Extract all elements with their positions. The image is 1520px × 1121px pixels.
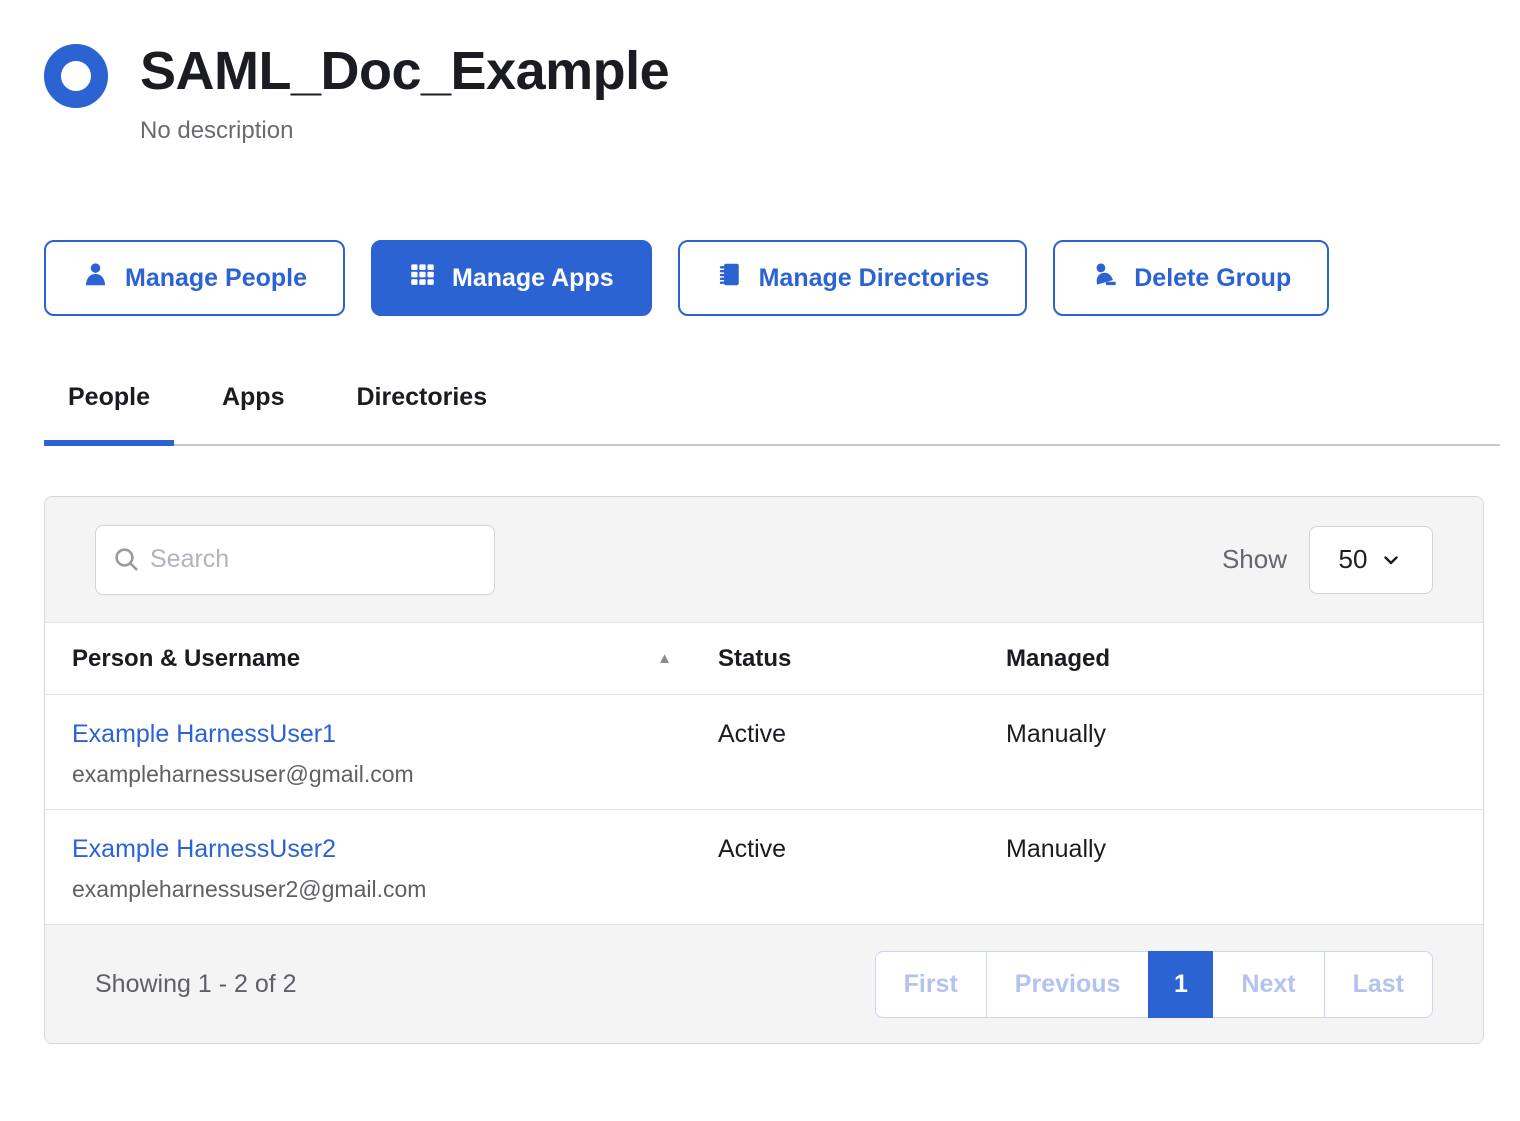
tab-people[interactable]: People [44, 382, 174, 444]
manage-apps-button[interactable]: Manage Apps [371, 240, 652, 316]
delete-group-button[interactable]: Delete Group [1053, 240, 1329, 316]
people-table-card: Show 50 Person & Username ▲ Status Manag… [44, 496, 1484, 1044]
column-managed[interactable]: Managed [1006, 645, 1483, 673]
pagination: First Previous 1 Next Last [875, 951, 1433, 1018]
group-detail-page: SAML_Doc_Example No description Manage P… [0, 0, 1520, 1044]
delete-group-label: Delete Group [1134, 264, 1291, 293]
group-tabs: People Apps Directories [44, 382, 1500, 446]
person-link[interactable]: Example HarnessUser1 [72, 720, 336, 749]
table-header-row: Person & Username ▲ Status Managed [45, 623, 1483, 695]
pagination-next-button[interactable]: Next [1212, 951, 1324, 1018]
tab-directories[interactable]: Directories [332, 382, 511, 444]
pagination-previous-button[interactable]: Previous [986, 951, 1150, 1018]
chevron-down-icon [1379, 548, 1403, 572]
results-summary: Showing 1 - 2 of 2 [95, 970, 297, 999]
directory-book-icon [716, 261, 743, 295]
page-size-control: Show 50 [1222, 526, 1433, 594]
group-description: No description [140, 116, 669, 146]
manage-people-label: Manage People [125, 264, 307, 293]
tab-directories-label: Directories [356, 383, 487, 411]
tab-apps[interactable]: Apps [198, 382, 309, 444]
person-icon [82, 261, 109, 295]
manage-directories-button[interactable]: Manage Directories [678, 240, 1028, 316]
status-cell: Active [718, 720, 1006, 749]
table-toolbar: Show 50 [45, 497, 1483, 623]
person-cell: Example HarnessUser2 exampleharnessuser2… [72, 835, 718, 903]
column-person-username[interactable]: Person & Username ▲ [72, 645, 718, 673]
managed-cell: Manually [1006, 720, 1483, 749]
page-size-value: 50 [1339, 544, 1368, 575]
search-icon [112, 545, 142, 575]
column-person-username-label: Person & Username [72, 645, 300, 673]
person-username: exampleharnessuser2@gmail.com [72, 876, 718, 903]
person-link[interactable]: Example HarnessUser2 [72, 835, 336, 864]
manage-apps-label: Manage Apps [452, 264, 614, 293]
sort-asc-triangle-icon: ▲ [657, 650, 672, 667]
status-cell: Active [718, 835, 1006, 864]
pagination-last-button[interactable]: Last [1324, 951, 1433, 1018]
group-ring-icon [44, 44, 108, 108]
person-cell: Example HarnessUser1 exampleharnessuser@… [72, 720, 718, 788]
table-row: Example HarnessUser2 exampleharnessuser2… [45, 810, 1483, 925]
show-label: Show [1222, 544, 1287, 575]
search-box[interactable] [95, 525, 495, 595]
managed-cell: Manually [1006, 835, 1483, 864]
page-title: SAML_Doc_Example [140, 40, 669, 102]
header-text: SAML_Doc_Example No description [140, 40, 669, 146]
pagination-page-1-button[interactable]: 1 [1148, 951, 1213, 1018]
group-action-buttons: Manage People Manage Apps Manage Directo… [44, 240, 1484, 316]
table-row: Example HarnessUser1 exampleharnessuser@… [45, 695, 1483, 810]
column-status[interactable]: Status [718, 645, 1006, 673]
page-header: SAML_Doc_Example No description [44, 40, 1484, 146]
manage-people-button[interactable]: Manage People [44, 240, 345, 316]
grid-icon [409, 261, 436, 295]
search-input[interactable] [150, 545, 480, 574]
tab-people-label: People [68, 383, 150, 411]
remove-user-icon [1091, 261, 1118, 295]
person-username: exampleharnessuser@gmail.com [72, 761, 718, 788]
pagination-first-button[interactable]: First [875, 951, 987, 1018]
manage-directories-label: Manage Directories [759, 264, 990, 293]
tab-apps-label: Apps [222, 383, 285, 411]
page-size-dropdown[interactable]: 50 [1309, 526, 1433, 594]
table-footer: Showing 1 - 2 of 2 First Previous 1 Next… [45, 925, 1483, 1043]
